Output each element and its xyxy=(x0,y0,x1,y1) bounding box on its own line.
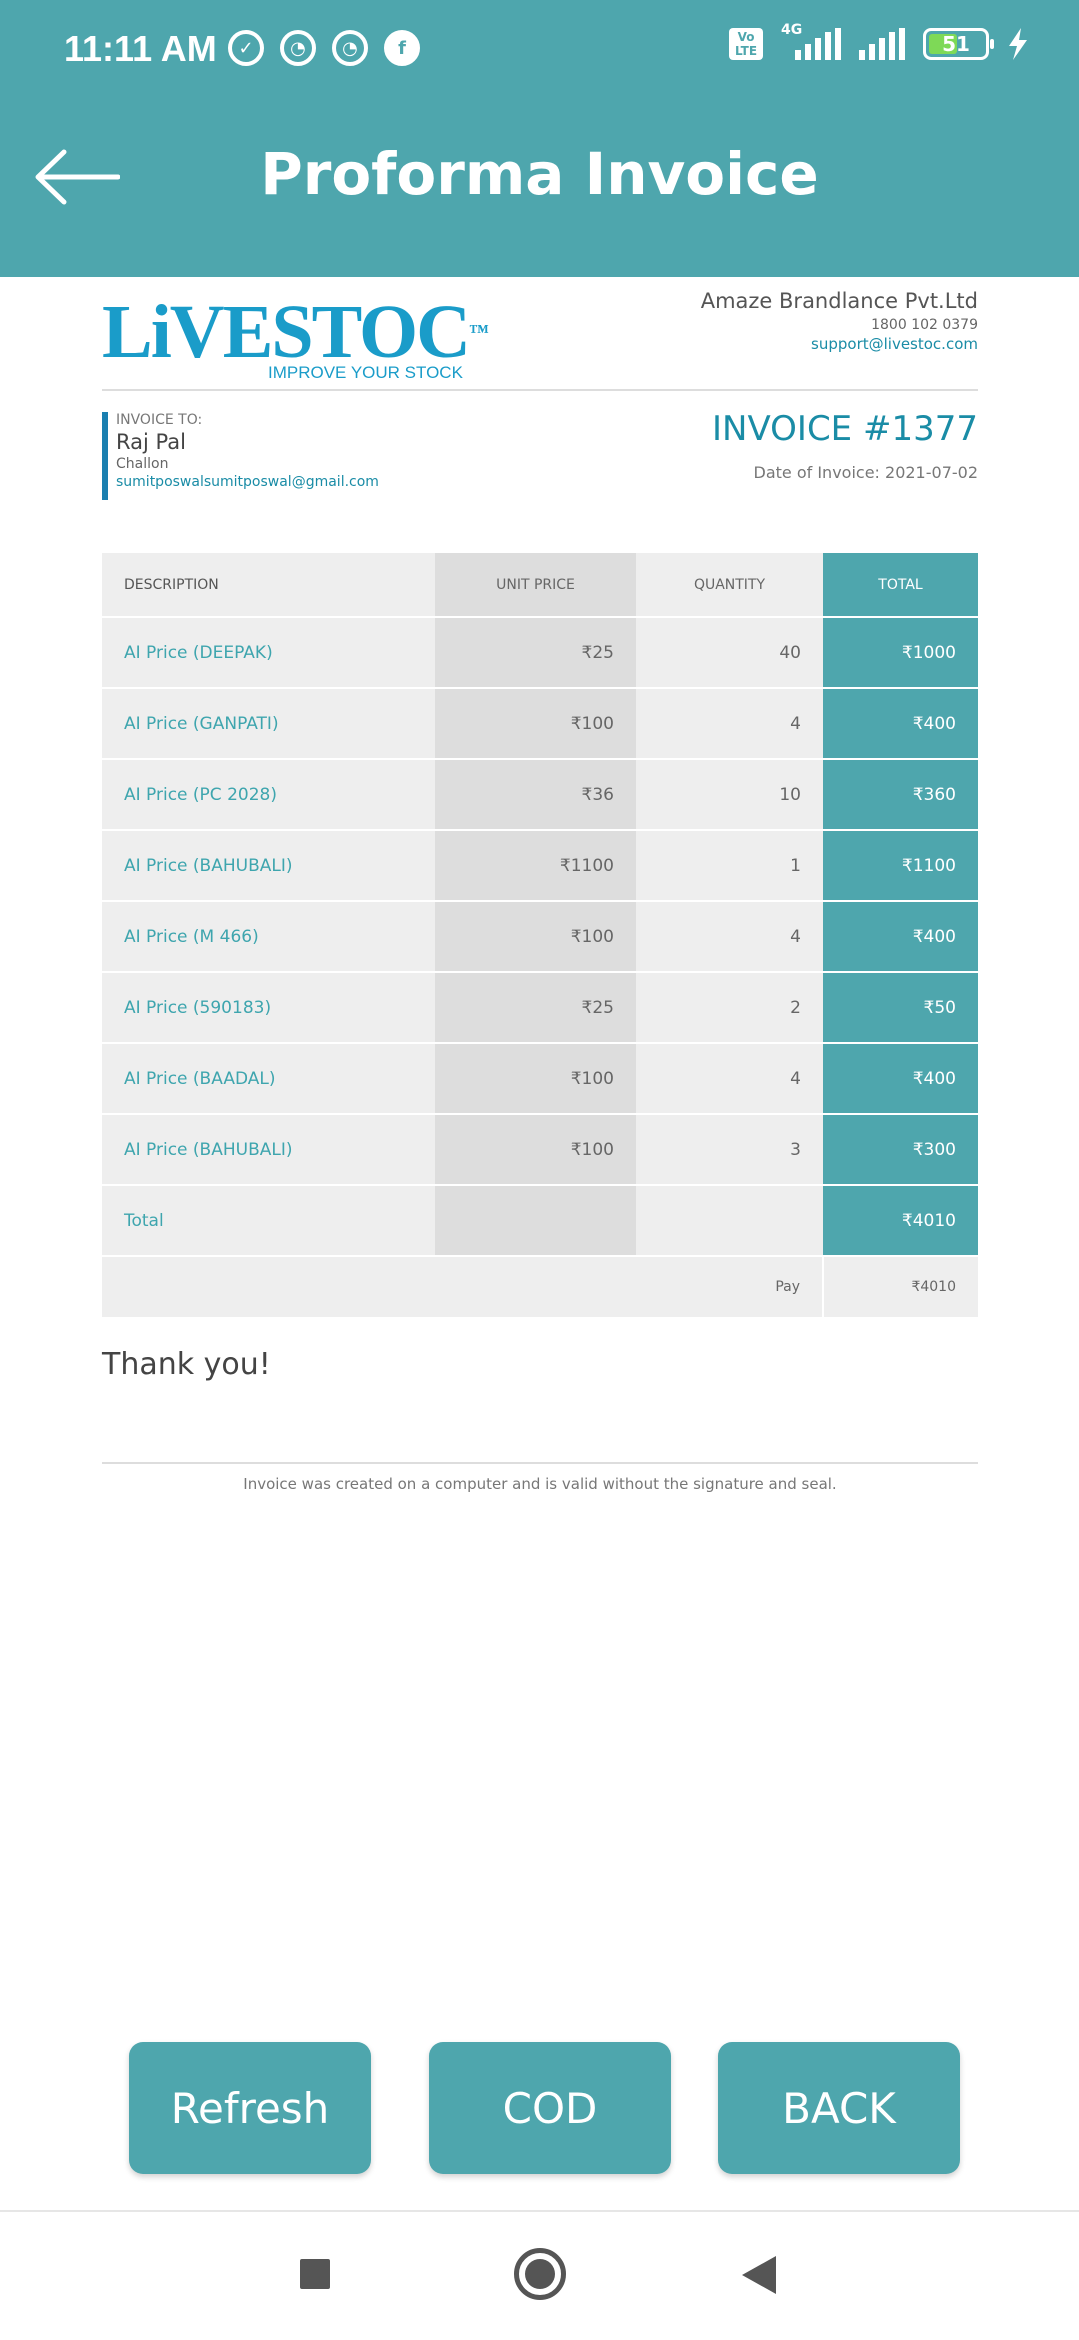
row-total: ₹400 xyxy=(823,901,978,973)
row-unit-price: ₹100 xyxy=(435,901,636,973)
battery-level: 51 xyxy=(942,32,970,56)
table-row: AI Price (GANPATI) ₹100 4 ₹400 xyxy=(102,688,978,760)
invoice-table: DESCRIPTION UNIT PRICE QUANTITY TOTAL AI… xyxy=(102,553,978,1319)
volte-icon: Vo LTE xyxy=(729,28,763,60)
row-quantity: 1 xyxy=(636,830,823,902)
invoice-note: Invoice was created on a computer and is… xyxy=(243,1475,837,1493)
table-row: AI Price (BAHUBALI) ₹1100 1 ₹1100 xyxy=(102,830,978,902)
pay-row: Pay ₹4010 xyxy=(102,1256,978,1319)
row-total: ₹400 xyxy=(823,1043,978,1115)
livestoc-logo: LiVESTOC™ IMPROVE YOUR STOCK xyxy=(102,290,489,382)
row-quantity: 40 xyxy=(636,617,823,689)
row-quantity: 4 xyxy=(636,1043,823,1115)
col-total: TOTAL xyxy=(823,553,978,618)
row-description: AI Price (BAHUBALI) xyxy=(102,1114,435,1186)
table-row: AI Price (590183) ₹25 2 ₹50 xyxy=(102,972,978,1044)
row-unit-price: ₹25 xyxy=(435,972,636,1044)
app-notification-icon-2: ◔ xyxy=(332,30,368,66)
table-row: AI Price (PC 2028) ₹36 10 ₹360 xyxy=(102,759,978,831)
row-unit-price: ₹100 xyxy=(435,688,636,760)
app-notification-icon: ◔ xyxy=(280,30,316,66)
company-email[interactable]: support@livestoc.com xyxy=(701,335,978,353)
table-row: AI Price (M 466) ₹100 4 ₹400 xyxy=(102,901,978,973)
thank-you-text: Thank you! xyxy=(102,1347,271,1382)
row-unit-price: ₹1100 xyxy=(435,830,636,902)
status-bar: 11:11 AM ✓ ◔ ◔ f Vo LTE 4G 51 xyxy=(0,0,1079,100)
row-unit-price: ₹100 xyxy=(435,1043,636,1115)
customer-name: Raj Pal xyxy=(116,430,186,454)
company-phone: 1800 102 0379 xyxy=(871,317,978,333)
row-description: AI Price (M 466) xyxy=(102,901,435,973)
refresh-button[interactable]: Refresh xyxy=(129,2042,371,2174)
pay-label: Pay xyxy=(636,1256,824,1319)
notification-icons: ✓ ◔ ◔ f xyxy=(228,30,420,66)
network-type-label: 4G xyxy=(781,22,803,38)
row-quantity: 4 xyxy=(636,901,823,973)
row-description: AI Price (GANPATI) xyxy=(102,688,435,760)
pay-value: ₹4010 xyxy=(823,1256,978,1319)
row-unit-price: ₹36 xyxy=(435,759,636,831)
company-name: Amaze Brandlance Pvt.Ltd xyxy=(700,289,978,313)
signal-4g-icon: 4G xyxy=(781,22,841,60)
row-unit-price: ₹25 xyxy=(435,617,636,689)
divider xyxy=(102,1462,978,1464)
col-unit-price: UNIT PRICE xyxy=(435,553,636,618)
status-time: 11:11 AM xyxy=(64,28,217,69)
table-row: AI Price (BAHUBALI) ₹100 3 ₹300 xyxy=(102,1114,978,1186)
customer-address: Challon xyxy=(116,456,169,472)
cod-button[interactable]: COD xyxy=(429,2042,671,2174)
col-description: DESCRIPTION xyxy=(102,553,435,618)
app-bar: 11:11 AM ✓ ◔ ◔ f Vo LTE 4G 51 Proforma I… xyxy=(0,0,1079,277)
signal-icon xyxy=(859,28,905,60)
table-row: AI Price (BAADAL) ₹100 4 ₹400 xyxy=(102,1043,978,1115)
row-total: ₹1000 xyxy=(823,617,978,689)
customer-email[interactable]: sumitposwalsumitposwal@gmail.com xyxy=(116,474,379,490)
page-title: Proforma Invoice xyxy=(260,140,819,208)
row-description: AI Price (BAADAL) xyxy=(102,1043,435,1115)
row-description: AI Price (590183) xyxy=(102,972,435,1044)
table-row: AI Price (DEEPAK) ₹25 40 ₹1000 xyxy=(102,617,978,689)
row-total: ₹400 xyxy=(823,688,978,760)
status-right: Vo LTE 4G 51 xyxy=(729,22,1029,60)
invoice-date: Date of Invoice: 2021-07-02 xyxy=(753,463,979,482)
charging-icon xyxy=(1009,28,1027,60)
recents-icon[interactable] xyxy=(300,2259,330,2289)
row-description: AI Price (DEEPAK) xyxy=(102,617,435,689)
invoice-number: INVOICE #1377 xyxy=(712,409,978,449)
row-total: ₹300 xyxy=(823,1114,978,1186)
nav-back-icon[interactable] xyxy=(742,2256,776,2294)
row-description: AI Price (BAHUBALI) xyxy=(102,830,435,902)
row-quantity: 3 xyxy=(636,1114,823,1186)
row-description: AI Price (PC 2028) xyxy=(102,759,435,831)
facebook-icon: f xyxy=(384,30,420,66)
row-total: ₹50 xyxy=(823,972,978,1044)
total-label: Total xyxy=(102,1185,435,1257)
alarm-icon: ✓ xyxy=(228,30,264,66)
total-value: ₹4010 xyxy=(823,1185,978,1257)
table-header-row: DESCRIPTION UNIT PRICE QUANTITY TOTAL xyxy=(102,553,978,618)
row-unit-price: ₹100 xyxy=(435,1114,636,1186)
invoice-to: INVOICE TO: Raj Pal Challon sumitposwals… xyxy=(102,412,379,500)
divider xyxy=(102,389,978,391)
row-total: ₹1100 xyxy=(823,830,978,902)
battery-icon: 51 xyxy=(923,28,994,60)
invoice-to-label: INVOICE TO: xyxy=(116,412,203,428)
row-total: ₹360 xyxy=(823,759,978,831)
nav-divider xyxy=(0,2210,1079,2212)
back-button[interactable]: BACK xyxy=(718,2042,960,2174)
col-quantity: QUANTITY xyxy=(636,553,823,618)
company-info: Amaze Brandlance Pvt.Ltd 1800 102 0379 s… xyxy=(701,289,978,353)
row-quantity: 4 xyxy=(636,688,823,760)
row-quantity: 2 xyxy=(636,972,823,1044)
home-icon[interactable] xyxy=(514,2248,566,2300)
total-row: Total ₹4010 xyxy=(102,1185,978,1257)
row-quantity: 10 xyxy=(636,759,823,831)
